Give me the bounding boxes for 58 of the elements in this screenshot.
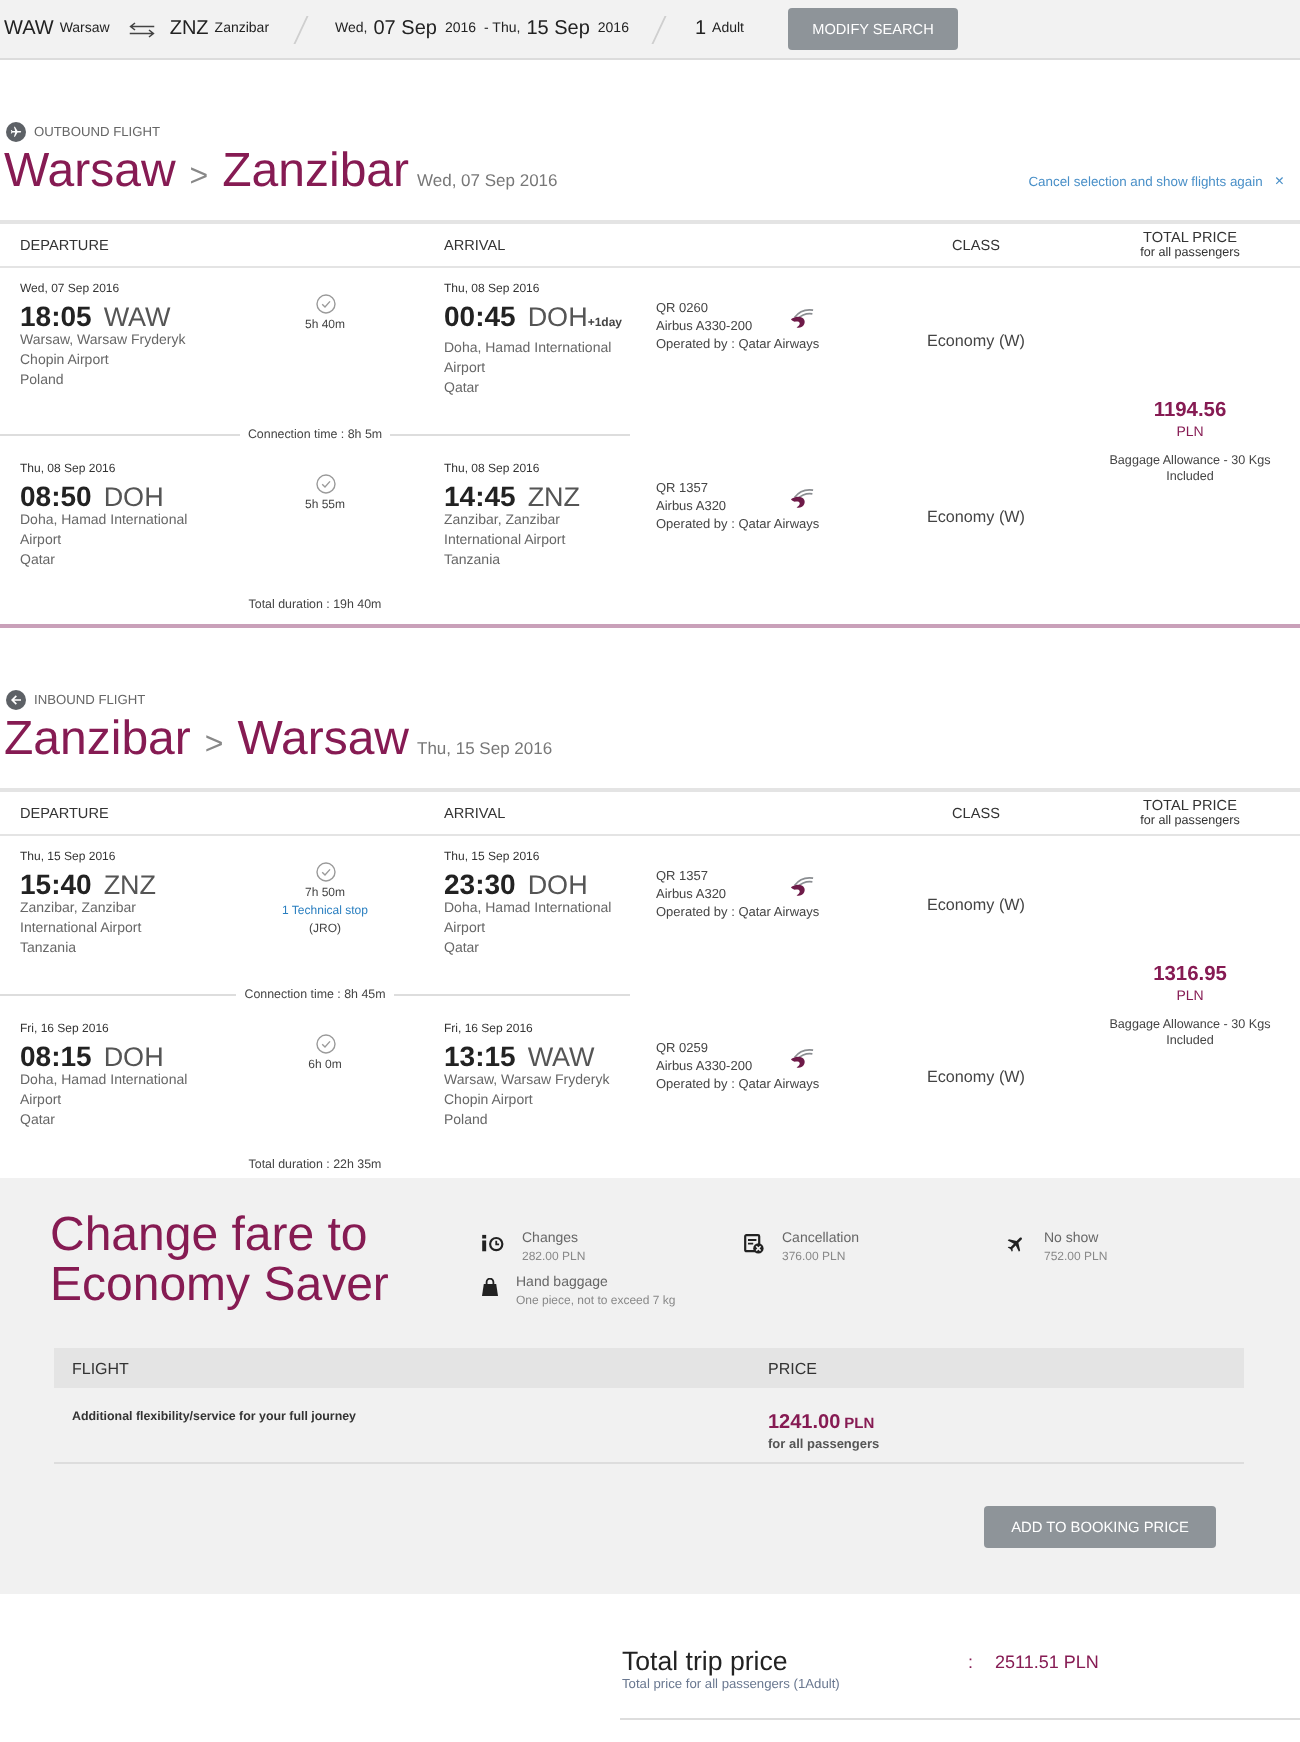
column-header: FLIGHT (72, 1359, 131, 1377)
arrival-time: 23:30 (444, 870, 516, 900)
check-circle-icon (315, 1034, 335, 1054)
arrival-airport-code: ZNZ (527, 482, 581, 512)
total-label: Total trip price (622, 1646, 790, 1678)
arrival-airport-code: WAW (527, 1042, 595, 1072)
route-origin: Warsaw (4, 144, 176, 200)
price-amount: 1316.95 (1153, 963, 1227, 987)
arrival-airport-code: DOH (527, 302, 588, 332)
clock-icon (482, 1234, 504, 1252)
departure-time: 18:05 (20, 302, 92, 332)
bag-icon (482, 1278, 498, 1296)
passenger-count: 1 (694, 18, 707, 40)
route-date: Wed, 07 Sep 2016 (417, 170, 558, 190)
fare-class: Economy (W) (926, 331, 1026, 349)
airline-logo-icon (788, 1047, 814, 1069)
departure-airport-code: DOH (103, 482, 164, 512)
fare-class: Economy (W) (926, 895, 1026, 913)
arrow-circle-icon (6, 690, 26, 710)
fare-offer-title: Change fare to Economy Saver (50, 1210, 391, 1312)
airline-logo-icon (788, 487, 814, 509)
route-date: Thu, 15 Sep 2016 (417, 738, 553, 758)
document-icon (744, 1234, 764, 1254)
route-separator: > (189, 160, 209, 196)
departure-airport-code: ZNZ (103, 870, 157, 900)
date-day: 15 Sep (526, 18, 590, 40)
check-circle-icon (315, 294, 335, 314)
plane-icon (1006, 1234, 1026, 1254)
check-circle-icon (315, 862, 335, 882)
departure-time: 08:50 (20, 482, 92, 512)
arrival-time: 00:45 (444, 302, 516, 332)
airline-logo-icon (788, 307, 814, 329)
total-separator: : (968, 1650, 974, 1676)
route-destination: Warsaw (237, 712, 409, 768)
route-separator: > (204, 728, 224, 764)
departure-airport-code: DOH (103, 1042, 164, 1072)
price-amount: 1194.56 (1153, 399, 1227, 423)
fare-class: Economy (W) (926, 1067, 1026, 1085)
total-amount: 2511.51 PLN (995, 1650, 1099, 1676)
departure-airport-code: WAW (103, 302, 171, 332)
airline-logo-icon (788, 875, 814, 897)
origin-code: WAW (4, 18, 54, 40)
plane-circle-icon (6, 122, 26, 142)
close-button[interactable]: × (1274, 172, 1284, 190)
departure-time: 08:15 (20, 1042, 92, 1072)
route-destination: Zanzibar (222, 144, 409, 200)
column-header: PRICE (768, 1359, 819, 1377)
departure-time: 15:40 (20, 870, 92, 900)
arrival-time: 13:15 (444, 1042, 516, 1072)
arrival-time: 14:45 (444, 482, 516, 512)
fare-class: Economy (W) (926, 507, 1026, 525)
date-day: 07 Sep (373, 18, 437, 40)
check-circle-icon (315, 474, 335, 494)
destination-code: ZNZ (169, 18, 209, 40)
swap-arrows-icon (127, 21, 156, 37)
arrival-airport-code: DOH (527, 870, 588, 900)
route-origin: Zanzibar (4, 712, 191, 768)
offer-price-amount: 1241.00 (768, 1412, 841, 1434)
